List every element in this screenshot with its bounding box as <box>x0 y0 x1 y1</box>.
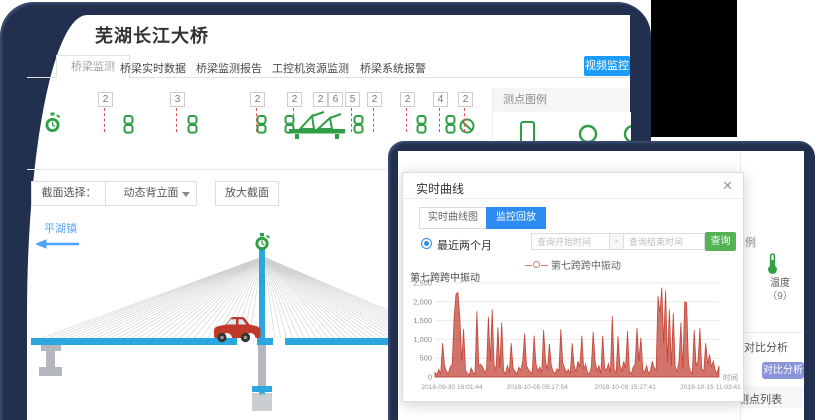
sensor-count-badge: 5 <box>345 92 360 107</box>
compare-section-title: 对比分析 <box>744 339 788 355</box>
query-start-time-input[interactable] <box>531 233 611 250</box>
sensor-count-label: （9） <box>760 287 800 302</box>
svg-text:500: 500 <box>419 354 432 363</box>
tab-playback[interactable]: 监控回放 <box>486 207 546 229</box>
tab-2[interactable]: 桥梁实时数据 <box>120 60 186 76</box>
link-sensor-icon[interactable] <box>283 115 296 139</box>
sidebar-divider <box>741 332 803 333</box>
tab-4[interactable]: 工控机资源监测 <box>272 60 349 76</box>
enlarge-section-button[interactable]: 放大截面 <box>215 181 279 206</box>
link-sensor-icon[interactable] <box>352 115 365 139</box>
compare-analysis-button[interactable]: 对比分析 <box>762 362 804 379</box>
link-sensor-icon[interactable] <box>415 115 428 139</box>
date-range-separator: - <box>609 233 624 250</box>
tab-1[interactable]: 桥梁监测 <box>56 55 130 79</box>
sensor-dash-line <box>464 108 465 132</box>
section-select-dropdown[interactable]: 动态背立面 <box>105 181 197 206</box>
bridge-deck <box>31 338 388 345</box>
legend-panel-icons-win1 <box>492 112 631 141</box>
section-select-label: 截面选择： <box>31 181 107 206</box>
vibration-chart[interactable]: 0 500 1,000 1,500 2,000 2,500 2018-09-30 16:01… <box>405 277 741 399</box>
video-monitor-button[interactable]: 视频监控 <box>584 56 630 76</box>
section-select-value: 动态背立面 <box>124 187 179 199</box>
link-sensor-icon[interactable] <box>255 115 268 139</box>
svg-text:0: 0 <box>428 373 432 382</box>
clock-sensor-icon[interactable] <box>44 112 61 139</box>
query-button[interactable]: 查询 <box>705 232 736 251</box>
no-data-sensor-icon[interactable] <box>459 118 475 139</box>
sensor-count-badge: 2 <box>250 92 265 107</box>
sensor-count-badge: 2 <box>400 92 415 107</box>
sensor-dash-line <box>176 108 177 132</box>
query-end-time-input[interactable] <box>623 233 705 250</box>
tower-pier <box>258 345 266 389</box>
backdrop-black-region <box>651 0 737 137</box>
screenshot-canvas: 芜湖长江大桥 视频监控 <box>0 0 815 420</box>
svg-text:2018-10-09 15:27:41: 2018-10-09 15:27:41 <box>595 384 657 391</box>
sensor-count-badge: 6 <box>328 92 343 107</box>
measure-point-list-title: 振动测点列表 <box>741 391 782 407</box>
chart-series <box>435 288 719 378</box>
svg-text:2,500: 2,500 <box>413 279 432 288</box>
svg-text:2018-10-15 11:03:41: 2018-10-15 11:03:41 <box>680 384 741 391</box>
svg-text:2018-10-05 05:17:54: 2018-10-05 05:17:54 <box>507 384 569 391</box>
sensor-count-badge: 3 <box>170 92 185 107</box>
realtime-curve-modal: 实时曲线 ✕ 实时曲线图 监控回放 最近两个月 - 查询 第七跨跨中振动 第七跨… <box>402 172 744 402</box>
sensor-count-badge: 2 <box>458 92 473 107</box>
sensor-count-badge: 2 <box>367 92 382 107</box>
sensor-dash-line <box>406 108 407 132</box>
legend-series-label: 第七跨跨中振动 <box>551 261 621 272</box>
svg-text:2018-09-30 16:01:44: 2018-09-30 16:01:44 <box>421 384 483 391</box>
tower-gauge-icon <box>255 233 270 250</box>
modal-header: 实时曲线 ✕ <box>403 173 743 199</box>
svg-text:2,000: 2,000 <box>413 297 432 306</box>
svg-text:1,500: 1,500 <box>413 316 432 325</box>
measure-point-list-header: 振动测点列表 <box>741 386 803 408</box>
sensor-dash-line <box>104 108 105 132</box>
sensor-count-badge: 2 <box>313 92 328 107</box>
svg-text:时间: 时间 <box>723 372 738 382</box>
svg-text:1,000: 1,000 <box>413 335 432 344</box>
modal-title: 实时曲线 <box>416 180 464 197</box>
recent-two-months-radio[interactable] <box>421 238 432 249</box>
tab-5[interactable]: 桥梁系统报警 <box>360 60 426 76</box>
link-sensor-icon[interactable] <box>186 115 199 139</box>
sensor-count-badge: 4 <box>433 92 448 107</box>
sensor-dash-line <box>439 108 440 132</box>
sensor-count-badge: 2 <box>98 92 113 107</box>
bridge-elevation-diagram <box>25 233 390 420</box>
recent-two-months-label: 最近两个月 <box>437 237 492 253</box>
tab-3[interactable]: 桥梁监测报告 <box>196 60 262 76</box>
close-icon[interactable]: ✕ <box>722 178 733 194</box>
page-title: 芜湖长江大桥 <box>95 22 209 48</box>
tab-realtime-curve[interactable]: 实时曲线图 <box>419 207 487 229</box>
sensor-count-badge: 2 <box>287 92 302 107</box>
left-pier <box>39 345 62 376</box>
legend-panel-title-win1: 测点图例 <box>492 88 630 112</box>
legend-ring-icon <box>533 261 540 268</box>
link-sensor-icon[interactable] <box>444 115 457 139</box>
legend-line-icon <box>525 265 532 266</box>
legend-line-icon <box>541 265 548 266</box>
sensor-dash-line <box>373 108 374 132</box>
bridge-sensor-icon[interactable] <box>288 104 346 145</box>
chevron-down-icon <box>182 192 190 197</box>
link-sensor-icon[interactable] <box>122 115 135 139</box>
